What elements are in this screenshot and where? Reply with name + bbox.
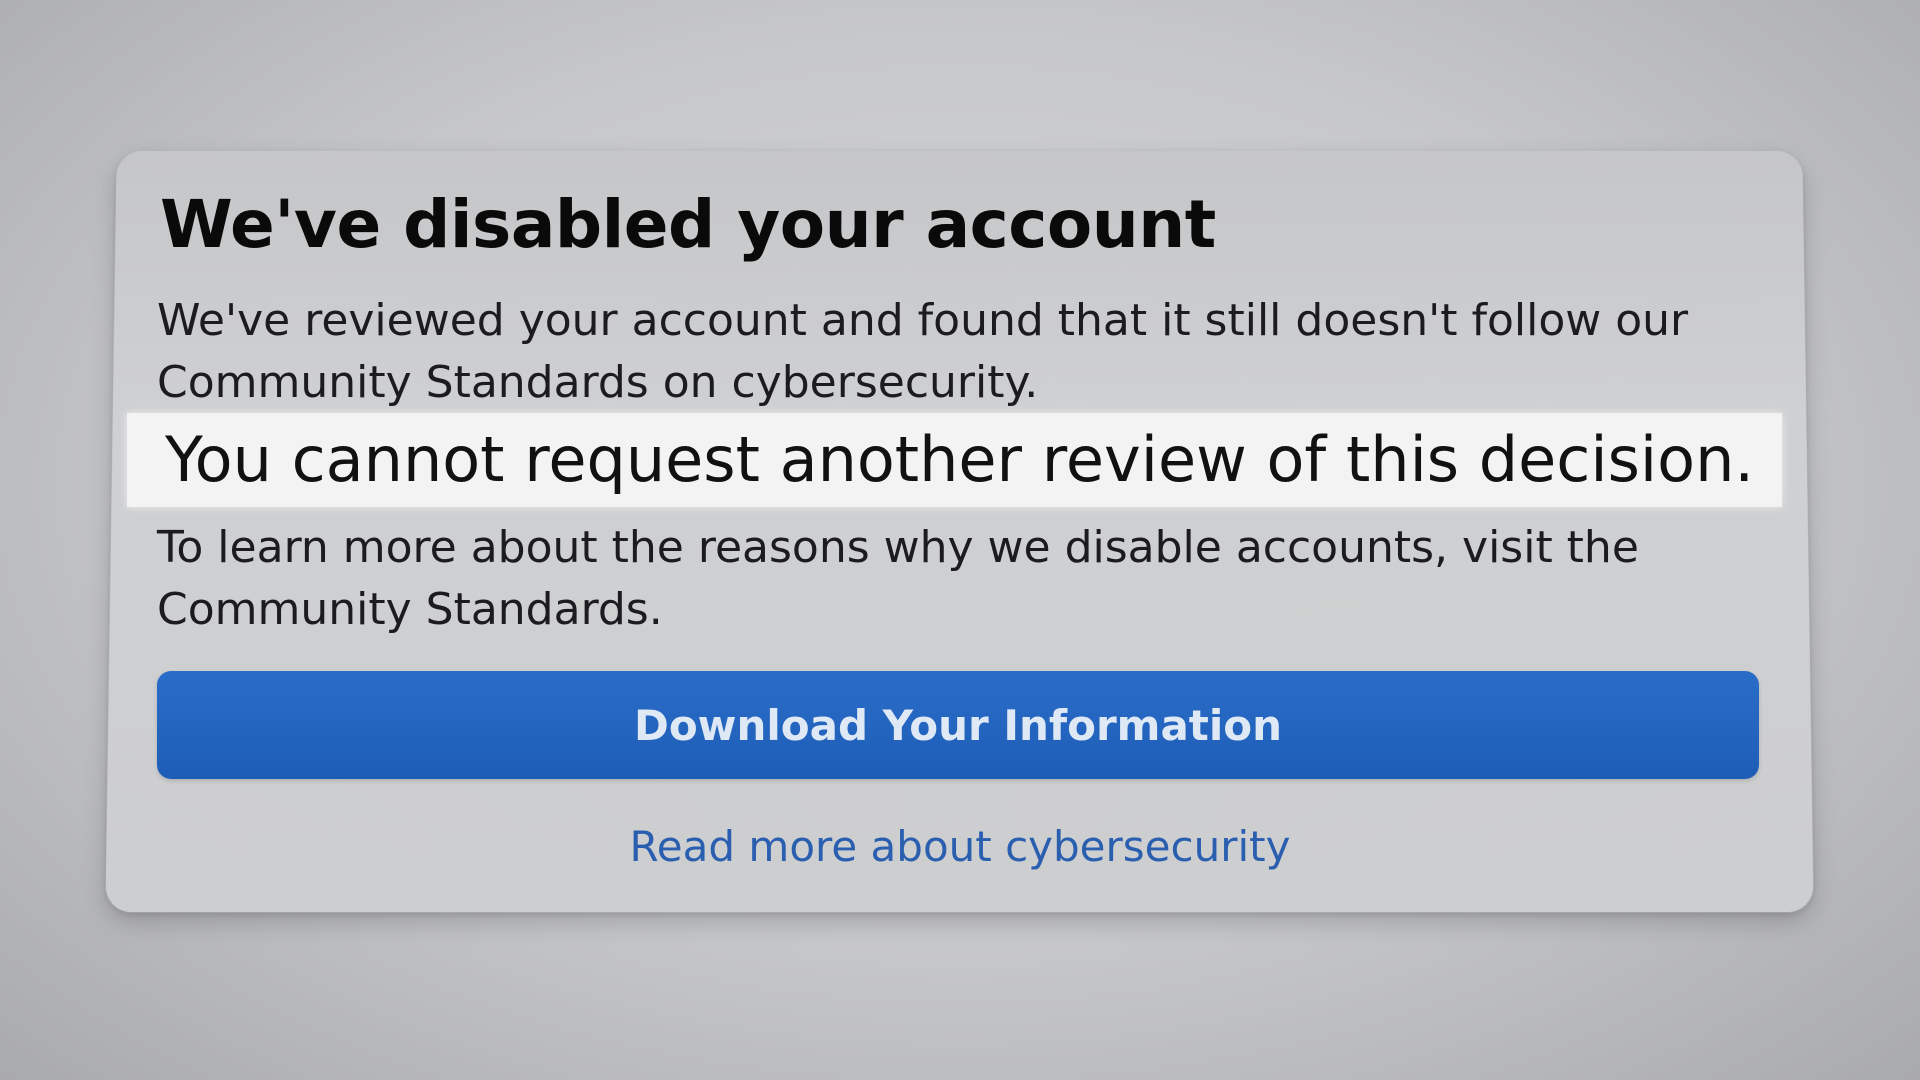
read-more-cybersecurity-link[interactable]: Read more about cybersecurity xyxy=(0,822,1920,871)
no-review-notice: You cannot request another review of thi… xyxy=(165,423,1755,496)
learn-more-text: To learn more about the reasons why we d… xyxy=(157,522,1639,635)
dialog-title: We've disabled your account xyxy=(160,186,1216,263)
download-information-button[interactable]: Download Your Information xyxy=(157,671,1759,779)
review-explanation-text: We've reviewed your account and found th… xyxy=(157,295,1689,408)
link-label: Read more about cybersecurity xyxy=(629,822,1291,871)
